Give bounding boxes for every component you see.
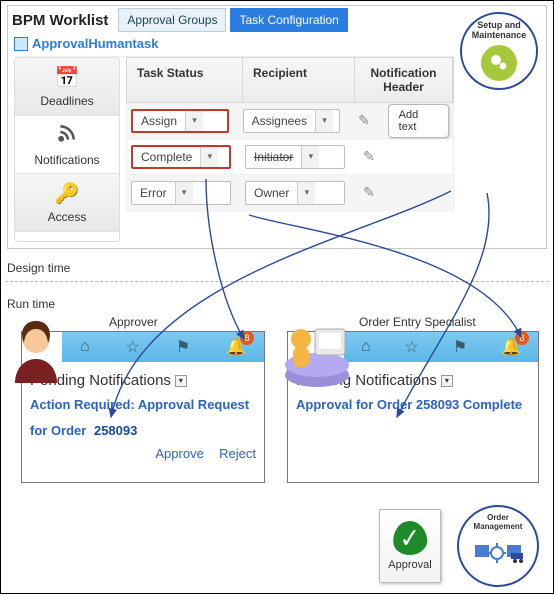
sidebar-item-deadlines[interactable]: 📅 Deadlines — [15, 58, 119, 116]
design-time-panel: BPM Worklist Approval Groups Task Config… — [7, 5, 547, 249]
approve-link[interactable]: Approve — [155, 446, 203, 461]
reject-link[interactable]: Reject — [219, 446, 256, 461]
run-time-label: Run time — [7, 297, 55, 311]
column-header-task-status: Task Status — [127, 58, 243, 102]
select-value: Assign — [133, 114, 185, 128]
notification-grid: Task Status Recipient Notification Heade… — [126, 57, 454, 211]
section-divider — [5, 281, 549, 282]
edit-pencil-icon[interactable]: ✎ — [357, 184, 381, 201]
select-value: Initiator — [246, 150, 301, 164]
sidebar-item-access[interactable]: 🔑 Access — [15, 174, 119, 232]
chevron-down-icon: ▾ — [297, 182, 315, 204]
dropdown-icon[interactable]: ▾ — [441, 375, 453, 387]
chevron-down-icon: ▾ — [200, 147, 218, 167]
approval-label: Approval — [388, 559, 431, 571]
notification-badge: 8 — [515, 331, 529, 345]
sidebar-item-label: Notifications — [34, 153, 99, 167]
select-value: Complete — [133, 150, 200, 164]
calendar-icon: 📅 — [55, 65, 80, 90]
approval-icon-box[interactable]: ✓ Approval — [379, 509, 441, 583]
recipient-select-initiator[interactable]: Initiator ▾ — [245, 145, 345, 169]
edit-pencil-icon[interactable]: ✎ — [352, 112, 375, 129]
notification-text[interactable]: Approval for Order 258093 Complete — [296, 395, 530, 415]
chevron-down-icon: ▾ — [175, 182, 193, 204]
task-status-select-error[interactable]: Error ▾ — [131, 181, 231, 205]
star-icon[interactable]: ☆ — [126, 337, 140, 357]
tab-task-configuration[interactable]: Task Configuration — [230, 8, 347, 32]
flag-icon[interactable]: ⚑ — [453, 337, 467, 357]
column-header-recipient: Recipient — [243, 58, 355, 102]
setup-maintenance-label: Setup and Maintenance — [472, 21, 527, 41]
notification-badge: 8 — [240, 331, 254, 345]
edit-pencil-icon[interactable]: ✎ — [357, 148, 381, 165]
bell-icon[interactable]: 🔔 8 — [226, 337, 246, 357]
home-icon[interactable]: ⌂ — [361, 338, 371, 356]
config-sidebar: 📅 Deadlines Notifications 🔑 Access — [14, 57, 120, 242]
sidebar-item-label: Deadlines — [40, 94, 93, 108]
specialist-avatar — [279, 317, 349, 381]
grid-row: Complete ▾ Initiator ▾ ✎ — [126, 139, 454, 175]
role-label-approver: Approver — [109, 315, 158, 329]
notification-line2-prefix: for Order — [30, 423, 86, 438]
chevron-down-icon: ▾ — [301, 146, 319, 168]
task-status-select-assign[interactable]: Assign ▾ — [131, 109, 229, 133]
order-management-label: Order Management — [474, 513, 523, 531]
approver-avatar — [9, 319, 63, 383]
column-header-notification-header: Notification Header — [355, 58, 453, 102]
home-icon[interactable]: ⌂ — [80, 338, 90, 356]
add-text-button[interactable]: Add text — [388, 104, 449, 138]
bell-icon[interactable]: 🔔 8 — [501, 337, 521, 357]
flag-icon[interactable]: ⚑ — [176, 337, 190, 357]
design-time-label: Design time — [7, 261, 70, 275]
sidebar-item-notifications[interactable]: Notifications — [15, 116, 119, 174]
order-management-icon[interactable]: Order Management — [457, 505, 539, 587]
recipient-select-owner[interactable]: Owner ▾ — [245, 181, 345, 205]
order-id: 258093 — [94, 423, 137, 438]
chevron-down-icon: ▾ — [315, 110, 333, 132]
task-status-select-complete[interactable]: Complete ▾ — [131, 145, 231, 169]
task-name: ApprovalHumantask — [32, 36, 158, 51]
recipient-select-assignees[interactable]: Assignees ▾ — [243, 109, 341, 133]
checkmark-icon: ✓ — [392, 520, 429, 557]
tab-approval-groups[interactable]: Approval Groups — [118, 8, 226, 32]
sidebar-item-label: Access — [48, 210, 87, 224]
worklist-label: BPM Worklist — [12, 12, 108, 29]
grid-row: Assign ▾ Assignees ▾ ✎ Add text — [126, 103, 454, 139]
select-value: Assignees — [244, 114, 315, 128]
chevron-down-icon: ▾ — [185, 111, 203, 131]
dropdown-icon[interactable]: ▾ — [175, 375, 187, 387]
star-icon[interactable]: ☆ — [405, 337, 419, 357]
role-label-order-entry-specialist: Order Entry Specialist — [359, 315, 476, 329]
notification-line1[interactable]: Action Required: Approval Request — [30, 395, 256, 415]
task-icon — [14, 37, 28, 51]
select-value: Owner — [246, 186, 297, 200]
select-value: Error — [132, 186, 175, 200]
grid-row: Error ▾ Owner ▾ ✎ — [126, 175, 454, 211]
gear-icon — [481, 45, 517, 81]
setup-and-maintenance-icon[interactable]: Setup and Maintenance — [460, 12, 538, 90]
key-icon: 🔑 — [55, 181, 80, 206]
rss-icon — [57, 123, 77, 149]
